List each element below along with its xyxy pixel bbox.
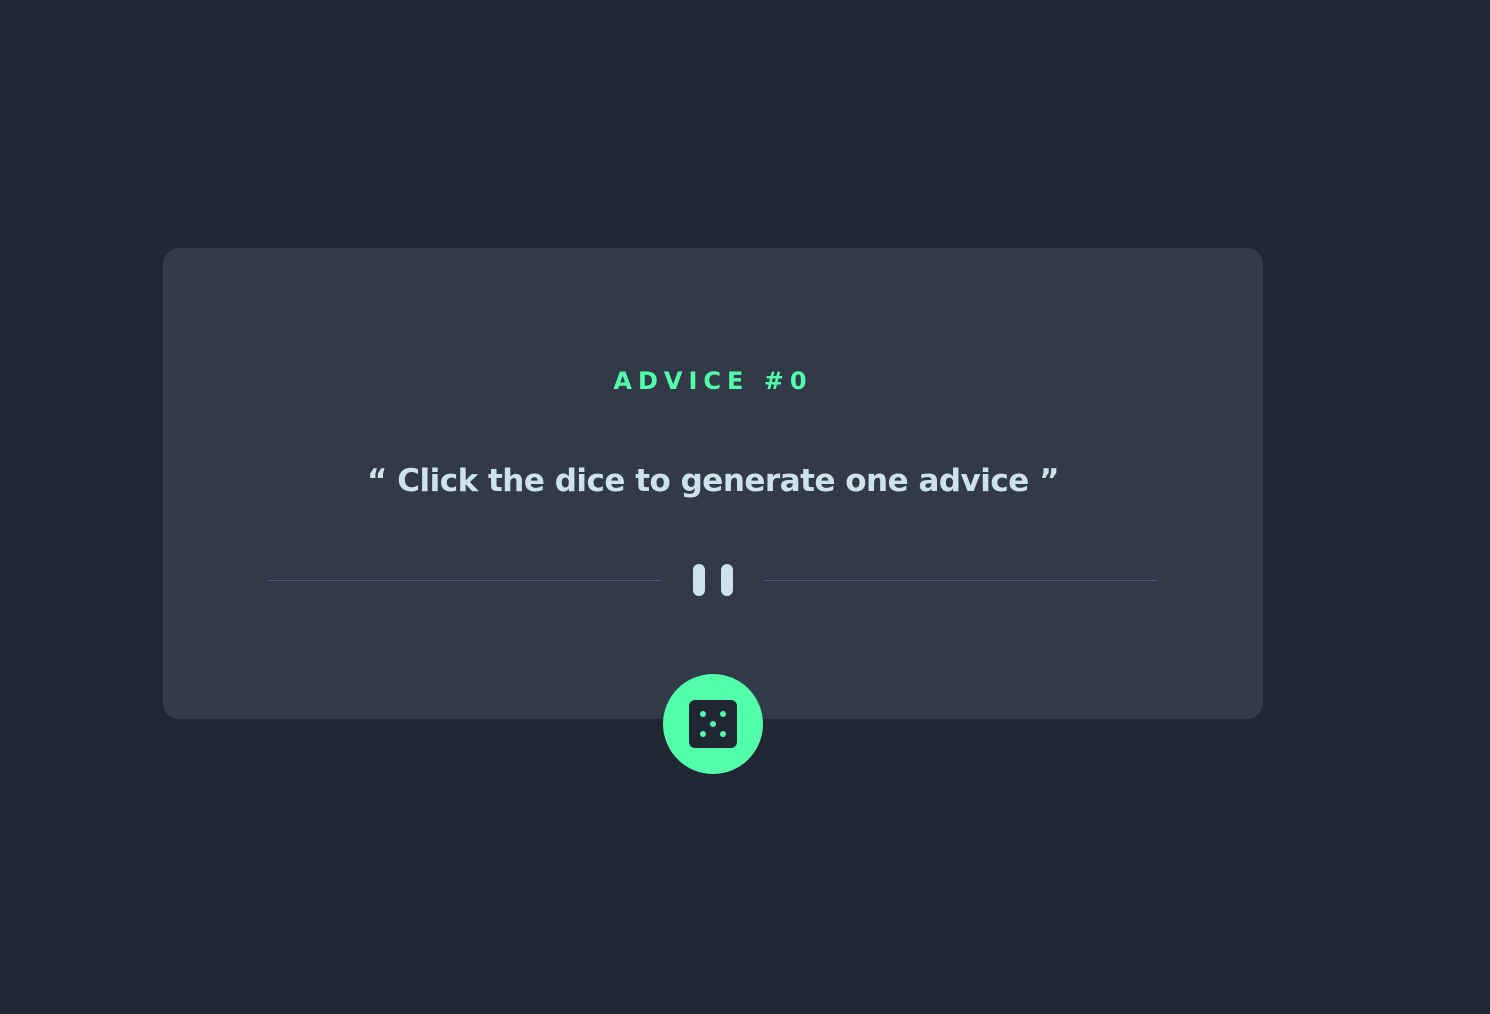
- page: ADVICE #0 “ Click the dice to generate o…: [0, 0, 1490, 1014]
- advice-quote: “ Click the dice to generate one advice …: [367, 463, 1059, 499]
- divider-left: [269, 580, 661, 581]
- divider-right: [765, 580, 1157, 581]
- dice-icon: [689, 700, 737, 748]
- pause-icon: [693, 564, 733, 596]
- generate-advice-button[interactable]: [663, 674, 763, 774]
- advice-id-label: ADVICE #0: [613, 367, 813, 395]
